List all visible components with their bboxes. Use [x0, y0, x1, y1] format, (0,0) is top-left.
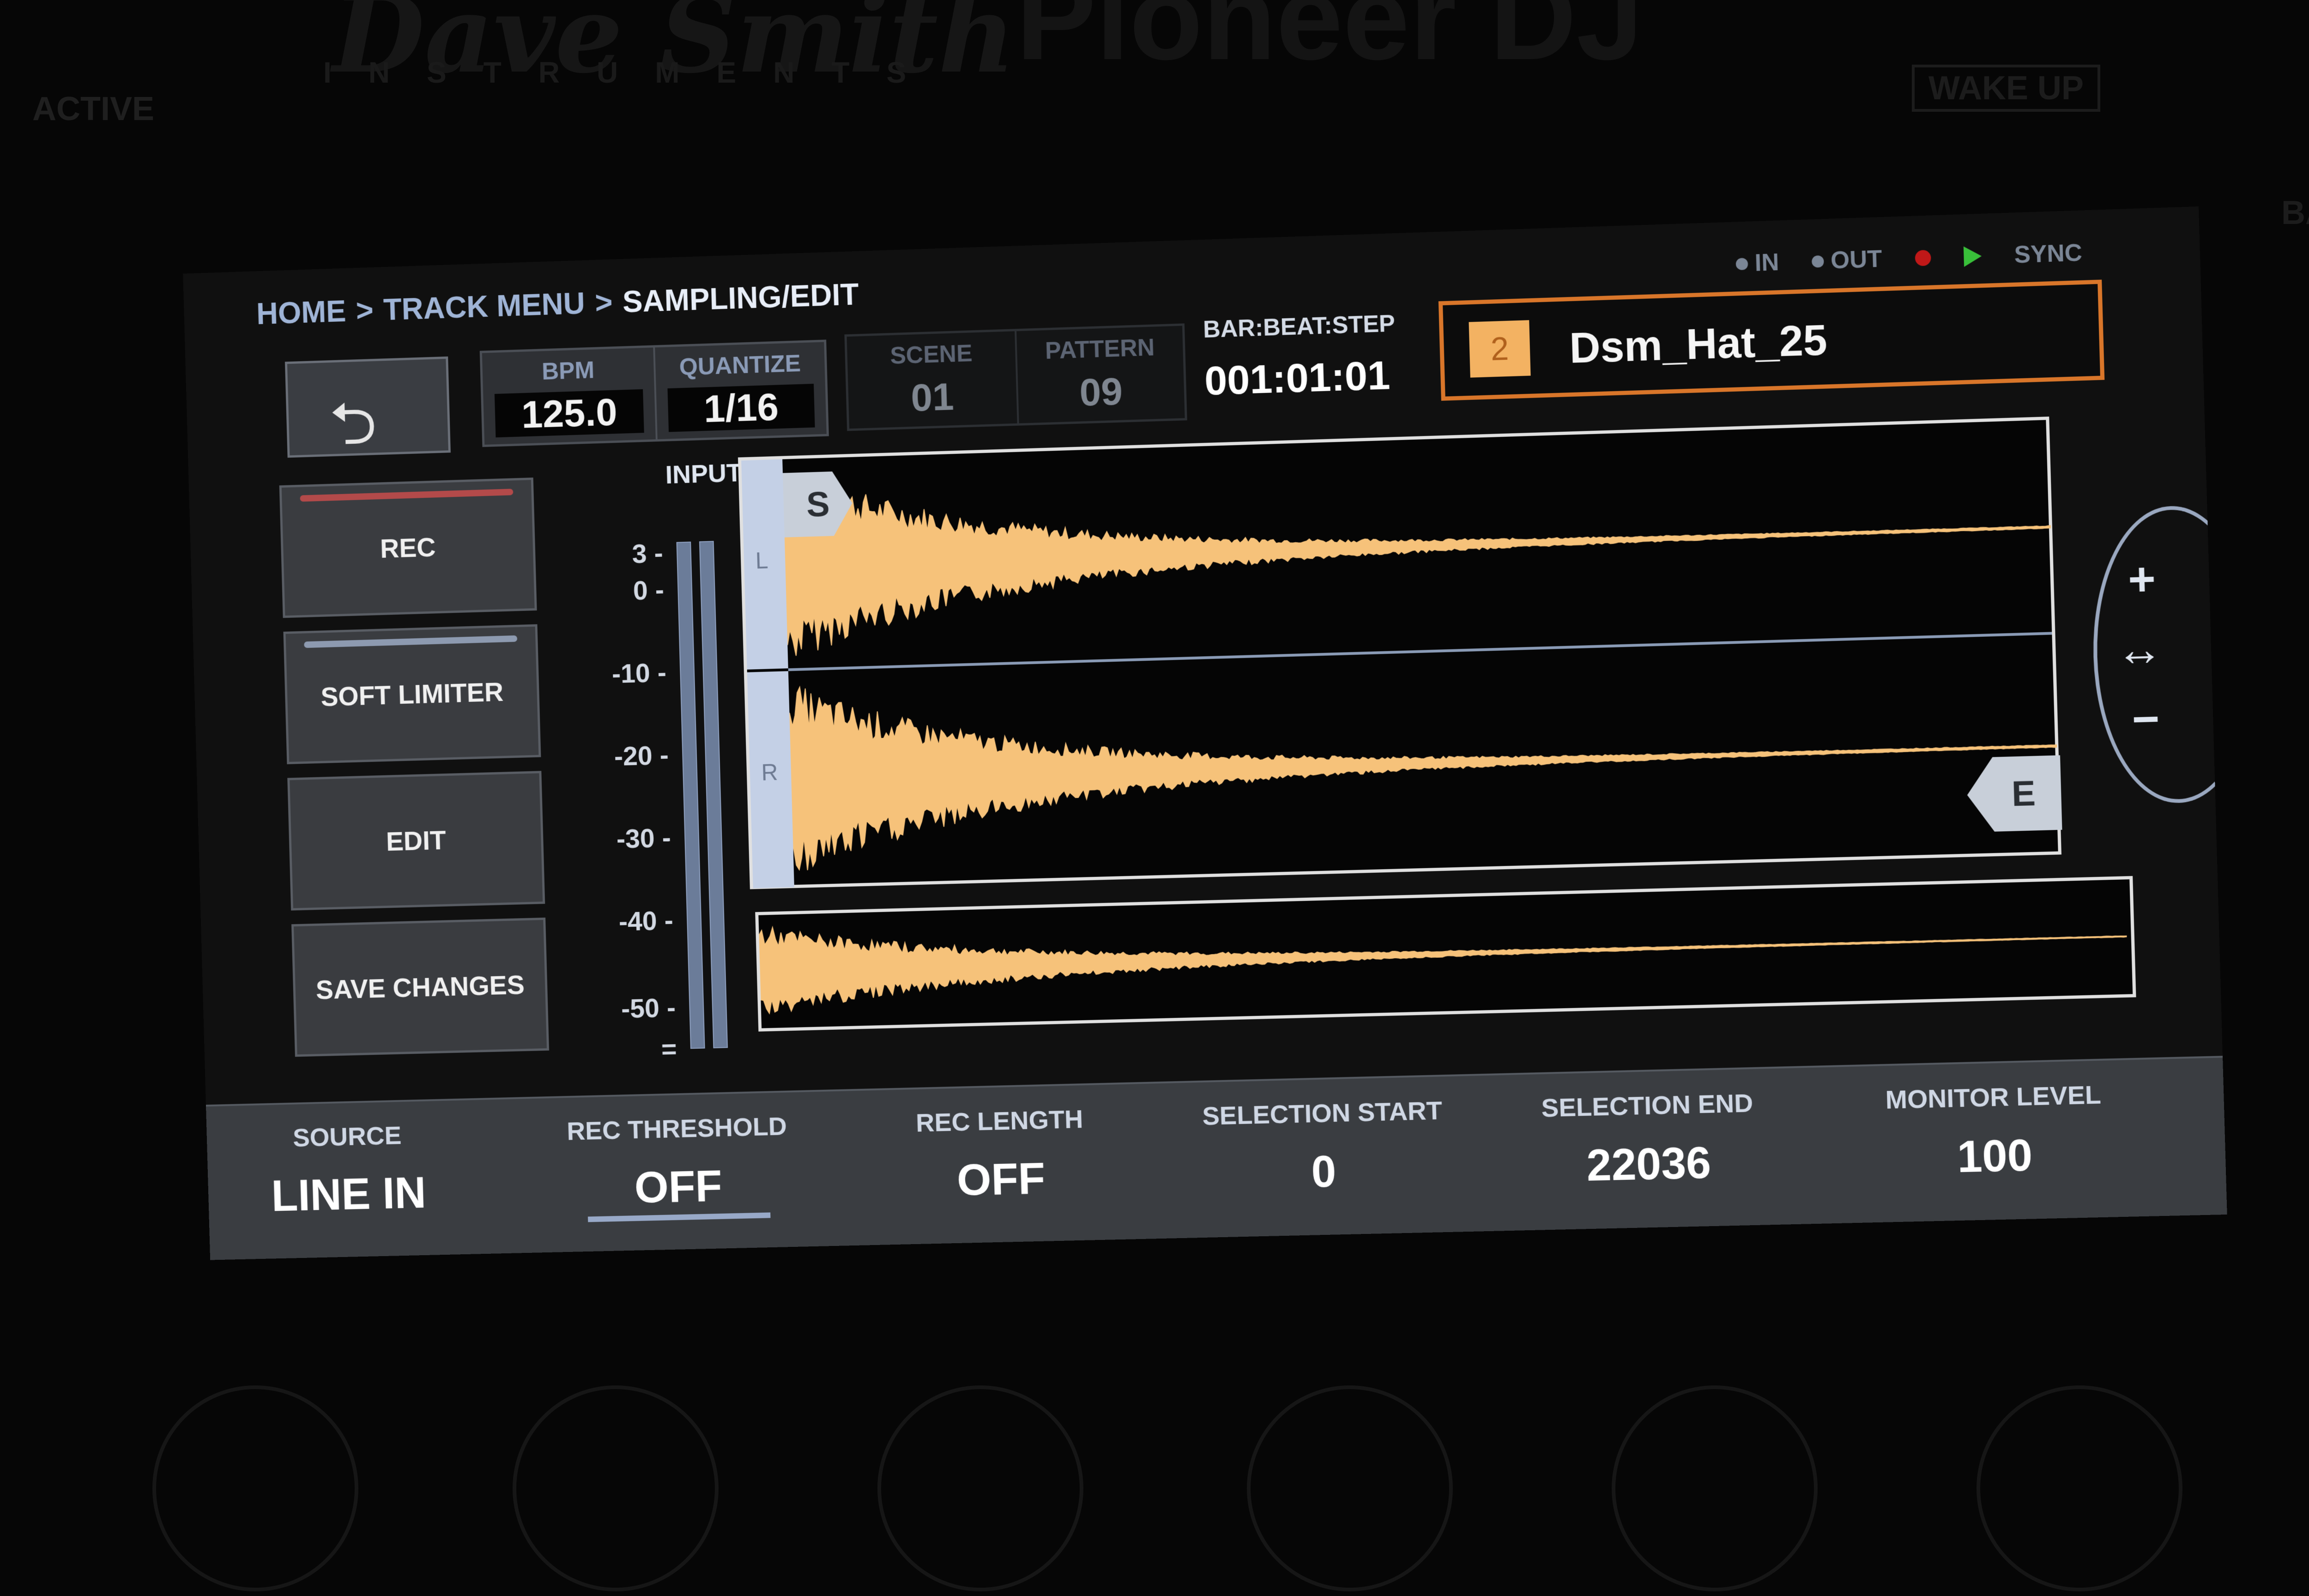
channel-right-label: R [761, 759, 779, 786]
source-param[interactable]: SOURCE LINE IN [234, 1118, 463, 1222]
back-arrow-icon: ⮌ [328, 389, 378, 458]
channel-left-strip: L [741, 459, 788, 670]
position-display: BAR:BEAT:STEP 001:01:01 [1203, 308, 1427, 408]
waveform-left-channel [783, 441, 2053, 656]
channel-right-strip: R [747, 671, 794, 889]
monitor-level-value: 100 [1956, 1130, 2033, 1182]
rec-button[interactable]: REC [279, 478, 537, 618]
selection-start-label: SELECTION START [1202, 1095, 1443, 1130]
quantize-label: QUANTIZE [679, 350, 801, 381]
meter-tick: -50 - [621, 992, 676, 1024]
selection-start-value: 0 [1311, 1147, 1337, 1197]
scene-cell: SCENE 01 [846, 331, 1019, 429]
encoder-knob-5[interactable] [1612, 1385, 1818, 1591]
quantize-value: 1/16 [667, 383, 815, 432]
waveform-right-channel [789, 651, 2060, 871]
selection-end-param[interactable]: SELECTION END 22036 [1517, 1087, 1780, 1193]
source-label: SOURCE [292, 1120, 402, 1152]
scene-label: SCENE [889, 340, 973, 369]
scene-value: 01 [910, 375, 955, 419]
status-row: ⏺ IN ⏺ OUT SYNC [1735, 238, 2083, 278]
device-back-button[interactable]: BA [2281, 194, 2309, 232]
waveform-overview-shape [759, 892, 2128, 1014]
waveform-plot [782, 420, 2060, 887]
encoder-knob-1[interactable] [152, 1385, 358, 1591]
record-status-icon [1914, 249, 1931, 266]
meter-tick: 0 - [633, 575, 665, 606]
monitor-level-label: MONITOR LEVEL [1885, 1080, 2102, 1114]
selection-end-label: SELECTION END [1541, 1088, 1753, 1123]
rec-length-param[interactable]: REC LENGTH OFF [870, 1103, 1130, 1208]
monitor-level-param[interactable]: MONITOR LEVEL 100 [1862, 1079, 2127, 1185]
breadcrumb-track-menu[interactable]: TRACK MENU [383, 286, 585, 326]
midi-out-indicator: ⏺ OUT [1811, 245, 1883, 275]
encoder-knob-6[interactable] [1977, 1385, 2182, 1591]
waveform-editor[interactable]: L R S E [737, 417, 2061, 889]
soft-limiter-button[interactable]: SOFT LIMITER [283, 624, 541, 764]
pattern-label: PATTERN [1045, 334, 1155, 364]
bpm-cell[interactable]: BPM 125.0 [482, 347, 658, 445]
zoom-out-icon[interactable]: − [2131, 692, 2160, 747]
zoom-in-icon[interactable]: + [2128, 552, 2157, 607]
active-indicator-label: ACTIVE [32, 91, 155, 127]
midi-in-indicator: ⏺ IN [1735, 248, 1780, 278]
edit-button[interactable]: EDIT [287, 771, 545, 911]
save-changes-button[interactable]: SAVE CHANGES [291, 917, 550, 1057]
rec-threshold-param[interactable]: REC THRESHOLD OFF [549, 1111, 807, 1215]
input-meter-label: INPUT [665, 458, 743, 490]
rec-threshold-selection-underline [588, 1212, 771, 1222]
meter-tick: -20 - [614, 740, 669, 772]
bpm-value: 125.0 [494, 389, 644, 438]
play-status-icon [1963, 245, 1982, 267]
breadcrumb-separator: > [594, 285, 613, 320]
zoom-control[interactable]: + ↔ − [2089, 503, 2227, 805]
back-button[interactable]: ⮌ [284, 356, 451, 458]
breadcrumb-separator: > [355, 293, 374, 327]
sync-indicator: SYNC [2013, 239, 2083, 268]
selection-start-param[interactable]: SELECTION START 0 [1192, 1095, 1454, 1200]
selection-end-value: 22036 [1586, 1138, 1712, 1191]
brand-logo-sub: INSTRUMENTS [323, 56, 943, 89]
breadcrumb-current: SAMPLING/EDIT [622, 277, 859, 319]
rec-indicator-bar [300, 489, 514, 502]
channel-left-label: L [755, 547, 769, 574]
source-value: LINE IN [271, 1168, 427, 1221]
wake-up-button[interactable]: WAKE UP [1912, 65, 2101, 112]
tempo-panel: BPM 125.0 QUANTIZE 1/16 [479, 339, 829, 447]
overview-plot [758, 879, 2130, 1028]
scene-pattern-panel: SCENE 01 PATTERN 09 [844, 323, 1187, 431]
encoder-knob-3[interactable] [877, 1385, 1083, 1591]
bpm-label: BPM [541, 357, 595, 385]
input-meter-right [699, 541, 728, 1048]
zoom-fit-icon[interactable]: ↔ [2115, 622, 2164, 677]
position-value: 001:01:01 [1203, 352, 1391, 404]
breadcrumb-home[interactable]: HOME [256, 294, 346, 331]
pattern-cell: PATTERN 09 [1016, 326, 1185, 423]
encoder-knob-4[interactable] [1247, 1385, 1453, 1591]
touch-screen: HOME > TRACK MENU > SAMPLING/EDIT ⏺ IN ⏺ OUT… [183, 206, 2227, 1260]
meter-tick: 3 - [631, 538, 664, 569]
track-number-badge: 2 [1469, 320, 1531, 378]
breadcrumb: HOME > TRACK MENU > SAMPLING/EDIT [256, 277, 859, 331]
rec-threshold-value: OFF [634, 1161, 723, 1213]
rec-length-value: OFF [956, 1153, 1046, 1205]
position-label: BAR:BEAT:STEP [1203, 310, 1396, 343]
quantize-cell[interactable]: QUANTIZE 1/16 [655, 342, 827, 440]
brand-logo-right: Pioneer DJ [1016, 0, 1644, 85]
input-meter-left [676, 541, 705, 1049]
soft-limiter-indicator-bar [304, 635, 518, 648]
parameter-bar: SOURCE LINE IN REC THRESHOLD OFF REC LEN… [206, 1056, 2227, 1260]
track-name: Dsm_Hat_25 [1569, 316, 1828, 372]
rec-threshold-label: REC THRESHOLD [566, 1111, 787, 1146]
track-selector[interactable]: 2 Dsm_Hat_25 [1438, 279, 2105, 401]
encoder-knob-2[interactable] [513, 1385, 719, 1591]
waveform-overview[interactable] [755, 876, 2136, 1032]
rec-length-label: REC LENGTH [915, 1104, 1084, 1137]
pattern-value: 09 [1079, 369, 1124, 414]
meter-tick: -40 - [618, 905, 674, 937]
meter-tick: = [661, 1034, 677, 1064]
meter-tick: -10 - [611, 658, 667, 689]
meter-tick: -30 - [616, 822, 671, 854]
